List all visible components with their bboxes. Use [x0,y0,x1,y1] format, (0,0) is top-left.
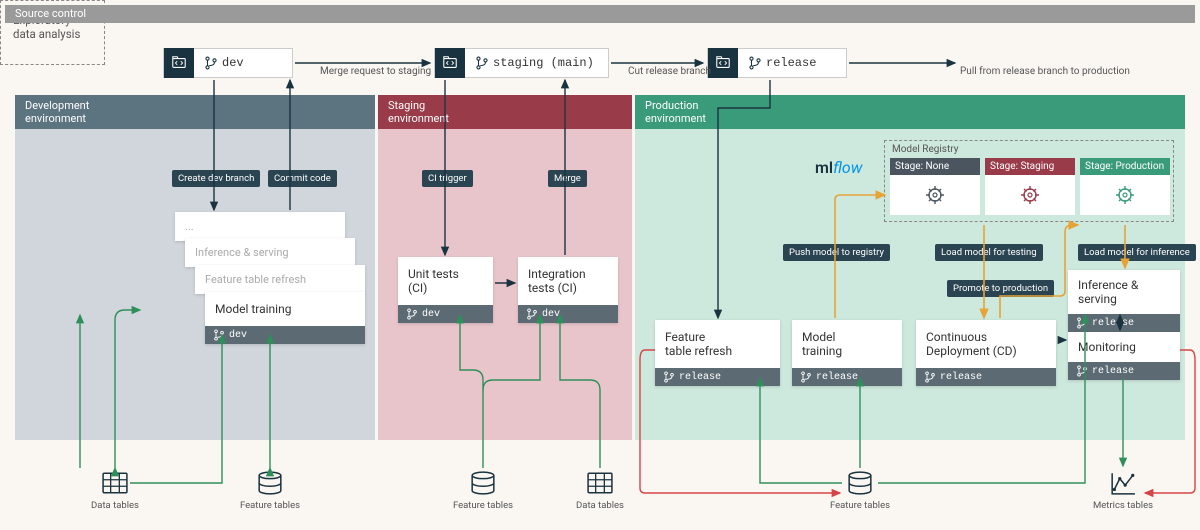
git-branch-icon [663,371,675,383]
db-icon [845,470,875,496]
pill-promote: Promote to production [947,280,1054,297]
ds-data-tables-1: Data tables [80,500,150,511]
pill-push-model: Push model to registry [783,244,890,261]
brain-icon [1112,182,1138,208]
git-branch-icon [748,56,762,70]
pill-load-inference: Load model for inference [1078,244,1196,261]
label-pull-to-prod: Pull from release branch to production [960,66,1130,77]
source-control-label: Source control [15,7,86,20]
label-cut-release: Cut release branch [628,66,711,77]
ds-feature-tables-3: Feature tables [825,500,895,511]
brain-icon [922,182,948,208]
db-icon [255,470,285,496]
pill-commit-code: Commit code [268,170,337,187]
branch-release: release [707,48,847,78]
git-branch-icon [526,308,538,320]
folder-code-icon [435,48,465,78]
pill-create-dev-branch: Create dev branch [172,170,260,187]
dev-stack-inference: Inference & serving [185,238,355,267]
metrics-icon [1108,470,1138,496]
dev-model-training-card: Model training dev [205,292,365,344]
prod-model-training-card: Modeltraining release [792,320,902,386]
ds-data-tables-2: Data tables [565,500,635,511]
git-branch-icon [204,56,218,70]
stage-staging: Stage: Staging [985,158,1075,215]
stage-none: Stage: None [890,158,980,215]
git-branch-icon [213,329,225,341]
folder-code-icon [164,48,194,78]
table-icon [585,470,615,496]
prod-inference-card: Inference & serving release [1068,270,1180,332]
ds-feature-tables-1: Feature tables [235,500,305,511]
pill-load-testing: Load model for testing [935,244,1043,261]
unit-tests-card: Unit tests(CI) dev [398,257,493,323]
branch-staging: staging (main) [434,48,609,78]
pill-ci-trigger: CI trigger [422,170,473,187]
git-branch-icon [406,308,418,320]
pill-merge: Merge [548,170,587,187]
prod-cd-card: ContinuousDeployment (CD) release [916,320,1056,386]
stg-env-title2: environment [388,112,622,125]
prod-env-title1: Production [645,99,1175,112]
branch-staging-label: staging (main) [493,56,594,70]
source-control-bar: Source control [5,5,1195,23]
prod-feature-refresh-card: Featuretable refresh release [655,320,780,386]
dev-env-title1: Development [25,99,365,112]
ds-metrics-tables: Metrics tables [1088,500,1158,511]
stage-production: Stage: Production [1080,158,1170,215]
dev-env-title2: environment [25,112,365,125]
dev-stack-feature-refresh: Feature table refresh [195,265,365,294]
git-branch-icon [800,371,812,383]
git-branch-icon [475,56,489,70]
git-branch-icon [1076,317,1088,329]
brain-icon [1017,182,1043,208]
table-icon [100,470,130,496]
integration-tests-card: Integrationtests (CI) dev [518,257,618,323]
git-branch-icon [924,371,936,383]
db-icon [468,470,498,496]
ds-feature-tables-2: Feature tables [448,500,518,511]
branch-dev: dev [163,48,293,78]
dev-stack-dots: ... [175,212,345,241]
git-branch-icon [1076,365,1088,377]
label-merge-to-staging: Merge request to staging [320,66,431,77]
folder-code-icon [708,48,738,78]
branch-dev-label: dev [222,56,244,70]
prod-env-title2: environment [645,112,1175,125]
mlflow-logo: mlflow [815,158,862,177]
registry-title: Model Registry [892,144,958,155]
prod-monitoring-card: Monitoring release [1068,332,1180,380]
branch-release-label: release [766,56,816,70]
stg-env-title1: Staging [388,99,622,112]
